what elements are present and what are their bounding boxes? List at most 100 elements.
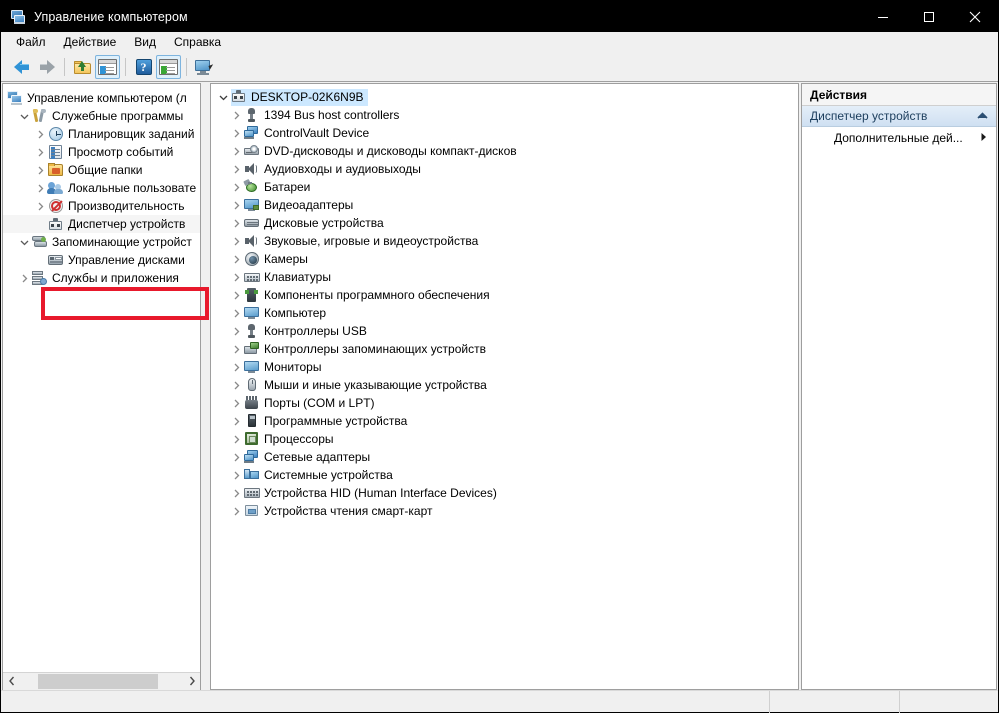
chevron-right-icon[interactable] <box>228 503 244 519</box>
menu-help[interactable]: Справка <box>165 33 230 52</box>
menu-file[interactable]: Файл <box>7 33 55 52</box>
scrollbar-thumb[interactable] <box>38 673 158 689</box>
chevron-right-icon[interactable] <box>228 467 244 483</box>
tree-item-performance[interactable]: Производительность <box>3 197 200 215</box>
list-item[interactable]: Камеры <box>211 250 798 268</box>
scroll-right-button[interactable] <box>183 672 200 690</box>
list-item[interactable]: DVD-дисководы и дисководы компакт-дисков <box>211 142 798 160</box>
list-item[interactable]: Компьютер <box>211 304 798 322</box>
chevron-right-icon[interactable] <box>32 144 48 160</box>
tree-item-local-users-groups[interactable]: Локальные пользовате <box>3 179 200 197</box>
back-button[interactable] <box>9 55 34 79</box>
list-item[interactable]: Мыши и иные указывающие устройства <box>211 376 798 394</box>
chevron-right-icon[interactable] <box>228 107 244 123</box>
network-device-icon <box>244 449 260 465</box>
actions-section-header[interactable]: Диспетчер устройств <box>802 106 996 127</box>
scroll-left-button[interactable] <box>3 672 20 690</box>
device-tree-root[interactable]: DESKTOP-02K6N9B <box>211 88 798 106</box>
console-display-icon <box>195 59 215 75</box>
close-button[interactable] <box>952 1 998 32</box>
list-item[interactable]: Компоненты программного обеспечения <box>211 286 798 304</box>
chevron-right-icon[interactable] <box>228 431 244 447</box>
selected-root-node[interactable]: DESKTOP-02K6N9B <box>231 88 368 106</box>
list-item[interactable]: Дисковые устройства <box>211 214 798 232</box>
list-item[interactable]: Клавиатуры <box>211 268 798 286</box>
chevron-right-icon[interactable] <box>16 270 32 286</box>
up-one-level-button[interactable] <box>70 55 95 79</box>
tree-item-event-viewer[interactable]: Просмотр событий <box>3 143 200 161</box>
tree-item-storage[interactable]: Запоминающие устройст <box>3 233 200 251</box>
list-item[interactable]: Программные устройства <box>211 412 798 430</box>
list-item[interactable]: Мониторы <box>211 358 798 376</box>
chevron-right-icon[interactable] <box>32 180 48 196</box>
tree-item-task-scheduler[interactable]: Планировщик заданий <box>3 125 200 143</box>
list-item[interactable]: Видеоадаптеры <box>211 196 798 214</box>
chevron-right-icon[interactable] <box>228 251 244 267</box>
maximize-button[interactable] <box>906 1 952 32</box>
tree-horizontal-scrollbar[interactable] <box>3 672 200 690</box>
scrollbar-track[interactable] <box>20 672 183 690</box>
list-item[interactable]: Аудиовходы и аудиовыходы <box>211 160 798 178</box>
chevron-right-icon[interactable] <box>228 359 244 375</box>
tree-item-services-applications[interactable]: Службы и приложения <box>3 269 200 287</box>
list-item[interactable]: Сетевые адаптеры <box>211 448 798 466</box>
speaker-icon <box>244 161 260 177</box>
tree-item-device-manager[interactable]: Диспетчер устройств <box>3 215 200 233</box>
list-item[interactable]: Звуковые, игровые и видеоустройства <box>211 232 798 250</box>
chevron-right-icon[interactable] <box>228 395 244 411</box>
console-tree-panel: Управление компьютером (л Служебные прог… <box>2 83 209 690</box>
list-item[interactable]: 1394 Bus host controllers <box>211 106 798 124</box>
list-item[interactable]: Контроллеры USB <box>211 322 798 340</box>
chevron-down-icon[interactable] <box>215 89 231 105</box>
chevron-down-icon[interactable] <box>16 108 32 124</box>
chevron-right-icon[interactable] <box>228 233 244 249</box>
action-more-actions[interactable]: Дополнительные дей... <box>802 127 996 149</box>
action-pane-icon <box>159 59 178 75</box>
tree-item-system-tools[interactable]: Служебные программы <box>3 107 200 125</box>
chevron-up-icon[interactable] <box>977 109 988 123</box>
minimize-button[interactable] <box>860 1 906 32</box>
menu-action[interactable]: Действие <box>55 33 126 52</box>
smartcard-reader-icon <box>244 503 260 519</box>
list-item[interactable]: Устройства чтения смарт-карт <box>211 502 798 520</box>
show-hide-console-tree-button[interactable] <box>95 55 120 79</box>
chevron-right-icon[interactable] <box>228 197 244 213</box>
tree-item-computer-management[interactable]: Управление компьютером (л <box>3 89 200 107</box>
chevron-right-icon[interactable] <box>228 305 244 321</box>
list-item[interactable]: Системные устройства <box>211 466 798 484</box>
chevron-right-icon[interactable] <box>228 287 244 303</box>
list-item[interactable]: Порты (COM и LPT) <box>211 394 798 412</box>
chevron-right-icon[interactable] <box>228 215 244 231</box>
monitor-icon <box>244 359 260 375</box>
tree-item-shared-folders[interactable]: Общие папки <box>3 161 200 179</box>
chevron-right-icon[interactable] <box>228 485 244 501</box>
tree-label: Управление дисками <box>68 253 185 267</box>
list-item[interactable]: Контроллеры запоминающих устройств <box>211 340 798 358</box>
users-icon <box>47 180 64 196</box>
menu-view[interactable]: Вид <box>125 33 165 52</box>
chevron-right-icon[interactable] <box>228 125 244 141</box>
chevron-right-icon[interactable] <box>228 161 244 177</box>
chevron-right-icon[interactable] <box>32 198 48 214</box>
list-item[interactable]: ControlVault Device <box>211 124 798 142</box>
chevron-right-icon[interactable] <box>228 323 244 339</box>
list-item[interactable]: Батареи <box>211 178 798 196</box>
chevron-right-icon[interactable] <box>228 341 244 357</box>
chevron-right-icon[interactable] <box>228 377 244 393</box>
chevron-right-icon[interactable] <box>228 449 244 465</box>
properties-button[interactable] <box>192 55 217 79</box>
tree-item-disk-management[interactable]: Управление дисками <box>3 251 200 269</box>
chevron-right-icon[interactable] <box>32 162 48 178</box>
chevron-down-icon[interactable] <box>16 234 32 250</box>
list-item[interactable]: Устройства HID (Human Interface Devices) <box>211 484 798 502</box>
chevron-right-icon[interactable] <box>32 126 48 142</box>
list-item[interactable]: Процессоры <box>211 430 798 448</box>
services-icon <box>32 270 48 286</box>
forward-button[interactable] <box>34 55 59 79</box>
chevron-right-icon[interactable] <box>228 179 244 195</box>
chevron-right-icon[interactable] <box>228 143 244 159</box>
chevron-right-icon[interactable] <box>228 413 244 429</box>
show-hide-action-pane-button[interactable] <box>156 55 181 79</box>
help-button[interactable]: ? <box>131 55 156 79</box>
chevron-right-icon[interactable] <box>228 269 244 285</box>
